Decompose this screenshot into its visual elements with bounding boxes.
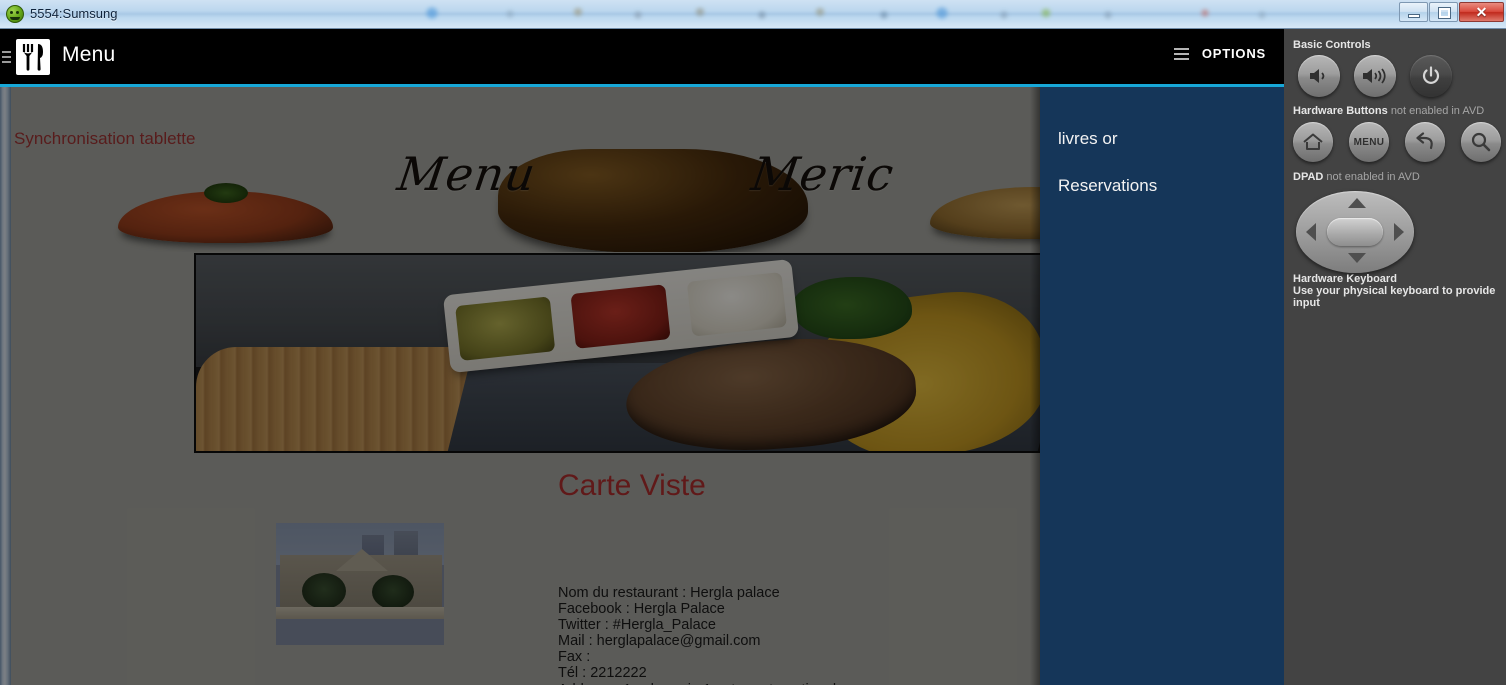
dpad-center-button[interactable] [1327,218,1383,246]
hardware-keyboard-subtext: Use your physical keyboard to provide in… [1293,285,1496,309]
back-arrow-icon [1416,132,1433,150]
close-button[interactable]: ✕ [1459,2,1504,22]
drawer-item-livres-or[interactable]: livres or [1058,129,1118,149]
window-title: 5554:Sumsung [30,6,118,21]
volume-up-button[interactable] [1354,55,1396,97]
window-titlebar[interactable]: 5554:Sumsung ✕ [0,0,1506,29]
minimize-button[interactable] [1399,2,1428,22]
menu-text-icon: MENU [1353,136,1385,148]
back-button[interactable] [1405,122,1445,162]
dpad-control[interactable] [1296,191,1414,273]
home-button[interactable] [1293,122,1333,162]
page-title: Menu [62,43,116,66]
options-hamburger-icon [1173,47,1189,60]
dpad-left-icon[interactable] [1306,223,1316,241]
navigation-drawer: livres or Reservations [1040,87,1284,685]
magnifier-icon [1471,132,1491,152]
dpad-up-icon[interactable] [1348,198,1366,208]
accent-divider [0,84,1284,87]
menu-button[interactable]: MENU [1349,122,1389,162]
search-button[interactable] [1461,122,1501,162]
maximize-button[interactable] [1429,2,1458,22]
basic-controls-heading: Basic Controls [1293,39,1371,51]
desktop-blur-backdrop [0,0,1506,28]
android-screen: Synchronisation tablette Menu Meric Cart… [0,29,1284,685]
window-controls: ✕ [1399,2,1504,22]
volume-down-button[interactable] [1298,55,1340,97]
android-emulator-icon [6,5,24,23]
speaker-low-icon [1310,69,1325,83]
drawer-shadow [1030,87,1040,685]
dpad-down-icon[interactable] [1348,253,1366,263]
close-icon: ✕ [1475,4,1488,20]
speaker-high-icon [1363,68,1386,84]
emulator-window: 5554:Sumsung ✕ Synchronisation tablette … [0,0,1506,685]
fork-knife-icon [16,39,50,75]
power-icon [1422,66,1440,84]
dpad-right-icon[interactable] [1394,223,1404,241]
hardware-buttons-heading: Hardware Buttons not enabled in AVD [1293,105,1485,117]
dpad-heading: DPAD not enabled in AVD [1293,171,1420,183]
home-icon [1303,133,1323,150]
hardware-keyboard-heading: Hardware Keyboard [1293,273,1397,285]
drawer-item-reservations[interactable]: Reservations [1058,176,1157,196]
drawer-hamburger-icon[interactable] [2,51,11,63]
options-button[interactable]: OPTIONS [1173,46,1266,61]
app-action-bar: Menu OPTIONS [0,29,1284,84]
options-label: OPTIONS [1201,46,1266,61]
power-button[interactable] [1410,55,1452,97]
emulator-control-panel: Basic Controls Hardware Buttons not enab… [1284,29,1506,685]
